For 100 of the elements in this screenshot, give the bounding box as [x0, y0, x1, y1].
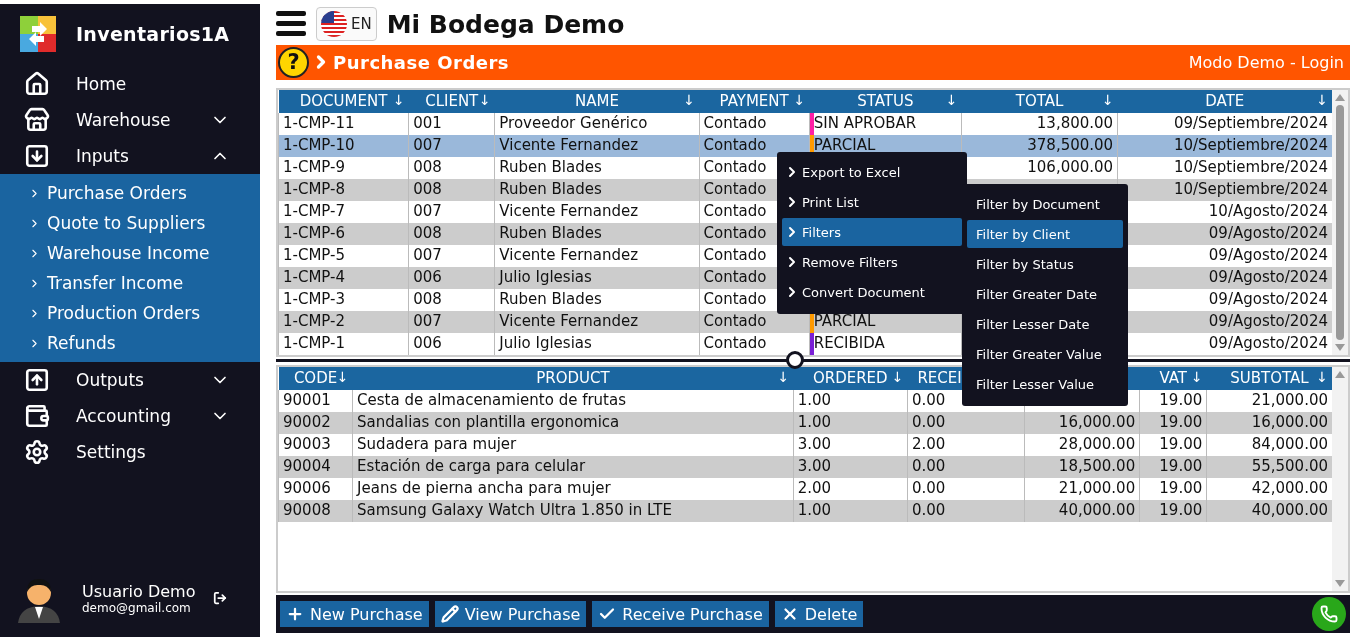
table-cell: 84,000.00: [1251, 435, 1328, 453]
table-cell: Julio Iglesias: [499, 268, 592, 286]
table-cell: Julio Iglesias: [499, 334, 592, 352]
table-cell: Cesta de almacenamiento de frutas: [357, 391, 626, 409]
table-cell: 09/Agosto/2024: [1208, 224, 1328, 242]
table-cell: 09/Agosto/2024: [1208, 312, 1328, 330]
table-cell: Contado: [703, 312, 767, 330]
table-cell: 1.00: [797, 391, 832, 409]
table-cell: 10/Septiembre/2024: [1173, 136, 1328, 154]
table-cell: Estación de carga para celular: [357, 457, 586, 475]
table-cell: 19.00: [1159, 435, 1203, 453]
table-cell: Vicente Fernandez: [499, 202, 638, 220]
table-cell: 007: [413, 136, 442, 154]
table-cell: 1-CMP-3: [283, 290, 346, 308]
table-cell: Ruben Blades: [499, 180, 602, 198]
table-cell: 0.00: [911, 479, 946, 497]
table-cell: Contado: [703, 290, 767, 308]
table-cell: 008: [413, 290, 442, 308]
submenu-label: Quote to Suppliers: [47, 213, 206, 233]
table-cell: 16,000.00: [1251, 413, 1328, 431]
menu-label: Filters: [802, 224, 841, 240]
table-cell: 0.00: [911, 391, 946, 409]
table-cell: 19.00: [1159, 391, 1203, 409]
table-cell: 10/Septiembre/2024: [1173, 180, 1328, 198]
table-cell: 2.00: [911, 435, 946, 453]
table-cell: Vicente Fernandez: [499, 246, 638, 264]
table-cell: 21,000.00: [1058, 479, 1136, 497]
table-cell: Contado: [703, 202, 767, 220]
page-title: Mi Bodega Demo: [386, 9, 625, 39]
table-cell: 1-CMP-10: [283, 136, 355, 154]
table-cell: Contado: [703, 136, 767, 154]
table-cell: PARCIAL: [813, 136, 876, 154]
table-cell: 16,000.00: [1058, 413, 1136, 431]
submenu-label: Purchase Orders: [47, 183, 187, 203]
table-cell: 55,500.00: [1251, 457, 1328, 475]
table-cell: 378,500.00: [1027, 136, 1114, 154]
table-cell: 3.00: [797, 457, 832, 475]
table-cell: 106,000.00: [1027, 158, 1114, 176]
table-cell: 2.00: [797, 479, 832, 497]
table-cell: 0.00: [911, 457, 946, 475]
table-cell: 1-CMP-8: [283, 180, 346, 198]
table-cell: Contado: [703, 246, 767, 264]
table-cell: 13,800.00: [1036, 114, 1114, 132]
table-cell: Vicente Fernandez: [499, 136, 638, 154]
submenu-label: Transfer Income: [47, 273, 184, 293]
table-cell: Contado: [703, 114, 767, 132]
table-cell: Sudadera para mujer: [357, 435, 517, 453]
menu-label: Print List: [802, 194, 859, 210]
menu-label: Convert Document: [802, 284, 925, 300]
user-name: Usuario Demo: [82, 581, 196, 601]
app-name: Inventarios1A: [76, 23, 230, 45]
user-email: demo@gmail.com: [82, 600, 192, 615]
table-cell: 19.00: [1159, 413, 1203, 431]
table-cell: 90001: [283, 391, 331, 409]
table-cell: 007: [413, 312, 442, 330]
table-cell: Jeans de pierna ancha para mujer: [357, 479, 611, 497]
table-cell: Contado: [703, 180, 767, 198]
table-cell: 1.00: [797, 501, 832, 519]
submenu-label: Warehouse Income: [47, 243, 210, 263]
table-cell: Ruben Blades: [499, 158, 602, 176]
table-cell: Ruben Blades: [499, 224, 602, 242]
table-cell: 1-CMP-6: [283, 224, 346, 242]
table-cell: SIN APROBAR: [813, 114, 917, 132]
table-cell: 1-CMP-2: [283, 312, 346, 330]
table-cell: 1-CMP-5: [283, 246, 346, 264]
table-cell: Sandalias con plantilla ergonomica: [357, 413, 620, 431]
table-cell: 3.00: [797, 435, 832, 453]
table-cell: PARCIAL: [813, 312, 876, 330]
table-cell: 008: [413, 158, 442, 176]
table-cell: RECIBIDA: [813, 334, 885, 352]
table-cell: Contado: [703, 224, 767, 242]
table-cell: Vicente Fernandez: [499, 312, 638, 330]
table-cell: 90002: [283, 413, 331, 431]
table-cell: 10/Agosto/2024: [1208, 202, 1328, 220]
table-cell: 1.00: [797, 413, 832, 431]
table-cell: 006: [413, 334, 442, 352]
table-cell: 19.00: [1159, 479, 1203, 497]
table-cell: 006: [413, 268, 442, 286]
table-cell: 09/Agosto/2024: [1208, 290, 1328, 308]
table-cell: 90006: [283, 479, 331, 497]
table-cell: 001: [413, 114, 442, 132]
table-cell: 0.00: [911, 413, 946, 431]
table-cell: 008: [413, 224, 442, 242]
table-cell: Contado: [703, 158, 767, 176]
table-cell: 09/Agosto/2024: [1208, 334, 1328, 352]
submenu-label: Refunds: [47, 333, 116, 353]
table-cell: 09/Septiembre/2024: [1173, 114, 1328, 132]
table-cell: Ruben Blades: [499, 290, 602, 308]
table-cell: 1-CMP-7: [283, 202, 346, 220]
table-cell: 09/Agosto/2024: [1208, 268, 1328, 286]
table-cell: 40,000.00: [1058, 501, 1136, 519]
table-cell: 1-CMP-4: [283, 268, 346, 286]
table-cell: Contado: [703, 268, 767, 286]
table-cell: 90004: [283, 457, 331, 475]
table-cell: 1-CMP-1: [283, 334, 346, 352]
menu-label: Remove Filters: [802, 254, 898, 270]
table-cell: Contado: [703, 334, 767, 352]
table-cell: 19.00: [1159, 457, 1203, 475]
table-cell: 21,000.00: [1251, 391, 1328, 409]
table-cell: 90008: [283, 501, 331, 519]
